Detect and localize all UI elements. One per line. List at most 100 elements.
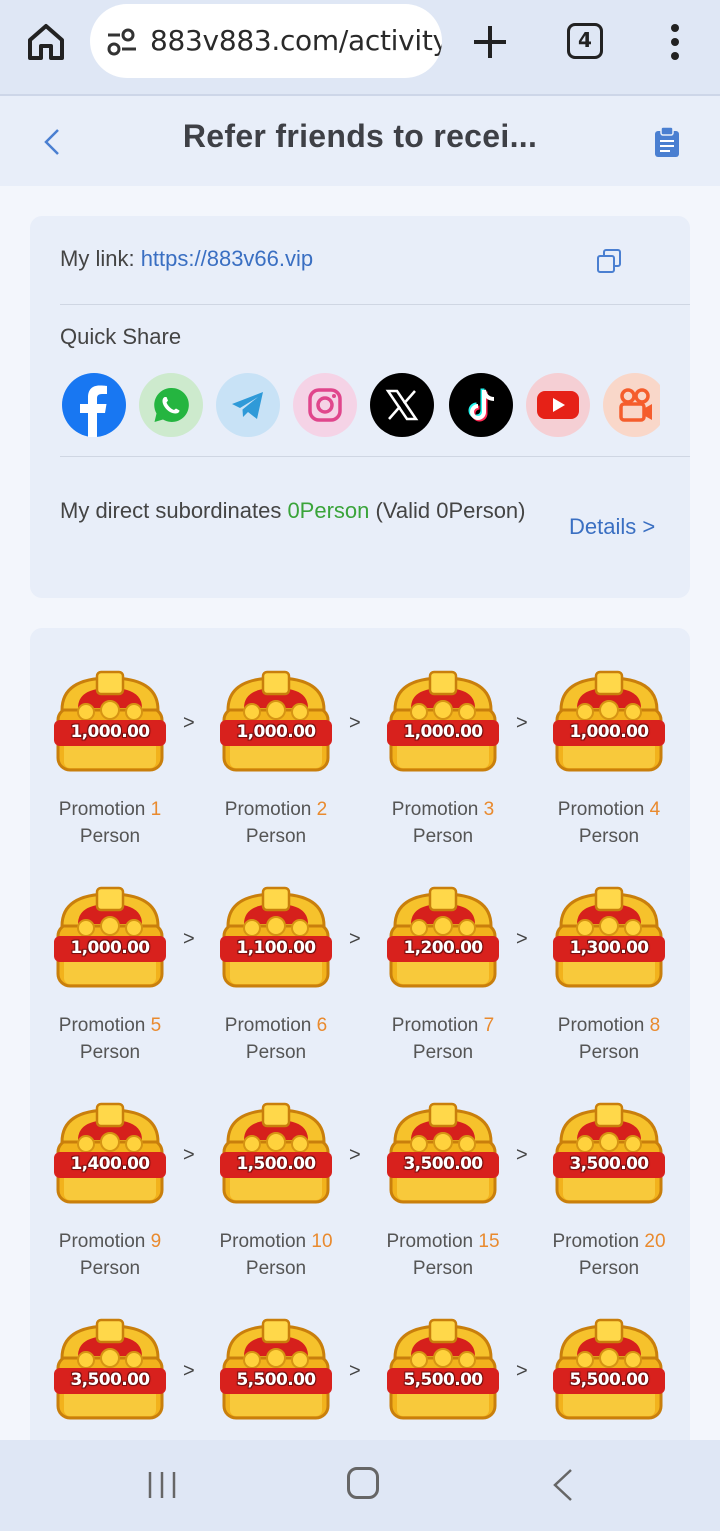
treasure-chest-icon: 1,100.00 [216, 884, 336, 994]
my-link-label: My link: [60, 246, 141, 271]
person-text: Person [412, 1258, 474, 1279]
person-text: Person [578, 826, 640, 847]
treasure-chest-icon: 3,500.00 [50, 1316, 170, 1426]
reward-item[interactable]: 1,000.00 Promotion 3 Person [363, 668, 513, 868]
quick-share-title: Quick Share [60, 324, 182, 349]
divider [60, 456, 690, 457]
promotion-label: Promotion 5 Person [30, 1012, 190, 1066]
recent-apps-icon[interactable] [146, 1470, 178, 1500]
next-arrow: > [516, 712, 528, 734]
subordinates-count: 0Person [287, 498, 370, 523]
next-arrow: > [349, 928, 361, 950]
promotion-count: 9 [150, 1231, 162, 1252]
treasure-chest-icon: 5,500.00 [549, 1316, 669, 1426]
reward-item[interactable]: 3,500.00 Promotion 20 Person [529, 1100, 679, 1300]
details-link[interactable]: Details > [569, 514, 655, 540]
kwai-icon[interactable] [603, 373, 660, 437]
copy-icon[interactable] [596, 248, 622, 274]
share-icons-row [62, 373, 660, 439]
reward-amount: 1,000.00 [403, 722, 483, 742]
reward-amount: 5,500.00 [236, 1370, 316, 1390]
reward-item[interactable]: 1,000.00 Promotion 1 Person [30, 668, 180, 868]
new-tab-icon[interactable] [470, 22, 510, 62]
promotion-label: Promotion 6 Person [196, 1012, 356, 1066]
reward-item[interactable]: 1,000.00 Promotion 2 Person [196, 668, 346, 868]
clipboard-icon[interactable] [654, 126, 680, 158]
reward-item[interactable]: 1,400.00 Promotion 9 Person [30, 1100, 180, 1300]
instagram-icon[interactable] [293, 373, 357, 437]
treasure-chest-icon: 1,500.00 [216, 1100, 336, 1210]
promotion-count: 1 [150, 799, 162, 820]
promotion-count: 5 [150, 1015, 162, 1036]
facebook-icon[interactable] [62, 373, 126, 437]
reward-amount: 5,500.00 [569, 1370, 649, 1390]
person-text: Person [245, 826, 307, 847]
reward-amount: 3,500.00 [569, 1154, 649, 1174]
promotion-text: Promotion [58, 1015, 146, 1036]
next-arrow: > [516, 1360, 528, 1382]
home-nav-icon[interactable] [347, 1467, 379, 1499]
home-icon[interactable] [24, 20, 68, 64]
promotion-text: Promotion [391, 799, 479, 820]
reward-amount: 3,500.00 [70, 1370, 150, 1390]
divider [60, 304, 690, 305]
promotion-label: Promotion 10 Person [196, 1228, 356, 1282]
reward-amount: 1,000.00 [236, 722, 316, 742]
tiktok-icon[interactable] [449, 373, 513, 437]
person-text: Person [412, 1042, 474, 1063]
next-arrow: > [183, 1360, 195, 1382]
reward-item[interactable]: 1,200.00 Promotion 7 Person [363, 884, 513, 1084]
promotion-text: Promotion [224, 1015, 312, 1036]
promotion-label: Promotion 4 Person [529, 796, 689, 850]
promotion-text: Promotion [224, 799, 312, 820]
x-icon[interactable] [370, 373, 434, 437]
next-arrow: > [349, 712, 361, 734]
treasure-chest-icon: 1,000.00 [50, 668, 170, 778]
system-nav-bar [0, 1440, 720, 1531]
subordinates-label: My direct subordinates [60, 498, 288, 523]
next-arrow: > [516, 928, 528, 950]
whatsapp-icon[interactable] [139, 373, 203, 437]
reward-amount: 1,000.00 [569, 722, 649, 742]
person-text: Person [245, 1258, 307, 1279]
tab-switcher-button[interactable]: 4 [567, 23, 603, 59]
telegram-icon[interactable] [216, 373, 280, 437]
promotion-count: 20 [644, 1231, 666, 1252]
reward-item[interactable]: 1,000.00 Promotion 4 Person [529, 668, 679, 868]
promotion-label: Promotion 7 Person [363, 1012, 523, 1066]
promotion-label: Promotion 15 Person [363, 1228, 523, 1282]
reward-amount: 1,300.00 [569, 938, 649, 958]
person-text: Person [412, 826, 474, 847]
back-nav-icon[interactable] [552, 1468, 574, 1502]
treasure-chest-icon: 1,000.00 [216, 668, 336, 778]
reward-item[interactable]: 3,500.00 Promotion 15 Person [363, 1100, 513, 1300]
promotion-text: Promotion [557, 1015, 645, 1036]
reward-item[interactable]: 1,100.00 Promotion 6 Person [196, 884, 346, 1084]
treasure-chest-icon: 1,000.00 [50, 884, 170, 994]
address-bar[interactable]: 883v883.com/activity [90, 4, 442, 78]
promotion-text: Promotion [386, 1231, 474, 1252]
person-text: Person [578, 1042, 640, 1063]
reward-amount: 1,200.00 [403, 938, 483, 958]
next-arrow: > [516, 1144, 528, 1166]
promotion-count: 8 [649, 1015, 661, 1036]
reward-item[interactable]: 1,500.00 Promotion 10 Person [196, 1100, 346, 1300]
my-link-url[interactable]: https://883v66.vip [141, 246, 313, 271]
treasure-chest-icon: 3,500.00 [383, 1100, 503, 1210]
promotion-count: 10 [311, 1231, 333, 1252]
reward-item[interactable]: 1,000.00 Promotion 5 Person [30, 884, 180, 1084]
reward-item[interactable]: 1,300.00 Promotion 8 Person [529, 884, 679, 1084]
site-settings-icon[interactable] [106, 28, 138, 56]
more-menu-icon[interactable] [664, 22, 686, 62]
youtube-icon[interactable] [526, 373, 590, 437]
promotion-text: Promotion [58, 799, 146, 820]
promotion-text: Promotion [557, 799, 645, 820]
treasure-chest-icon: 1,300.00 [549, 884, 669, 994]
referral-link-card: My link: https://883v66.vip Quick Share [30, 216, 690, 598]
reward-amount: 1,000.00 [70, 938, 150, 958]
person-text: Person [79, 1258, 141, 1279]
next-arrow: > [183, 1144, 195, 1166]
promotion-count: 2 [316, 799, 328, 820]
person-text: Person [245, 1042, 307, 1063]
next-arrow: > [183, 712, 195, 734]
